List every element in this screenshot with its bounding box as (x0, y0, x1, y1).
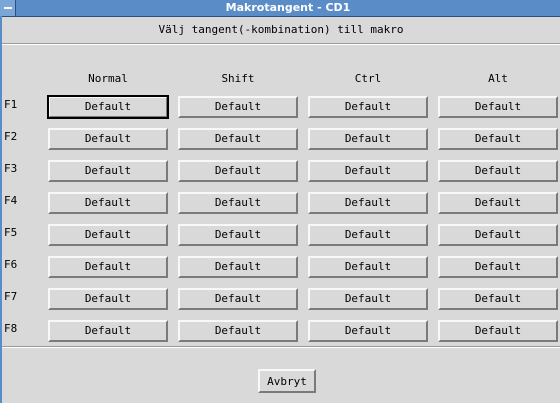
column-header-shift: Shift (221, 72, 255, 85)
macro-button-f3-ctrl[interactable]: Default (308, 160, 428, 182)
divider (2, 44, 560, 45)
window-menu-icon[interactable] (0, 0, 16, 16)
column-header-normal: Normal (88, 72, 128, 85)
macro-button-f7-ctrl[interactable]: Default (308, 288, 428, 310)
macro-button-f3-alt[interactable]: Default (438, 160, 558, 182)
macro-button-f7-normal[interactable]: Default (48, 288, 168, 310)
macro-button-f6-normal[interactable]: Default (48, 256, 168, 278)
row-label-f7: F7 (4, 290, 18, 303)
macro-button-f5-alt[interactable]: Default (438, 224, 558, 246)
macro-button-f1-shift[interactable]: Default (178, 96, 298, 118)
macro-button-f1-ctrl[interactable]: Default (308, 96, 428, 118)
bottom-divider-highlight (2, 347, 560, 348)
macro-button-f2-normal[interactable]: Default (48, 128, 168, 150)
macro-button-f7-alt[interactable]: Default (438, 288, 558, 310)
window-frame (0, 16, 2, 403)
macro-button-f2-shift[interactable]: Default (178, 128, 298, 150)
macro-button-f1-normal[interactable]: Default (47, 95, 169, 119)
macro-button-f5-normal[interactable]: Default (48, 224, 168, 246)
macro-button-f2-alt[interactable]: Default (438, 128, 558, 150)
row-label-f1: F1 (4, 98, 18, 111)
row-label-f4: F4 (4, 194, 18, 207)
macro-button-f4-alt[interactable]: Default (438, 192, 558, 214)
row-label-f6: F6 (4, 258, 18, 271)
macro-button-f4-normal[interactable]: Default (48, 192, 168, 214)
macro-button-f6-ctrl[interactable]: Default (308, 256, 428, 278)
column-header-ctrl: Ctrl (354, 72, 382, 85)
macro-button-f8-ctrl[interactable]: Default (308, 320, 428, 342)
macro-button-f8-shift[interactable]: Default (178, 320, 298, 342)
row-label-f5: F5 (4, 226, 18, 239)
macro-button-f6-shift[interactable]: Default (178, 256, 298, 278)
macro-button-f6-alt[interactable]: Default (438, 256, 558, 278)
row-label-f8: F8 (4, 322, 18, 335)
macro-button-f3-shift[interactable]: Default (178, 160, 298, 182)
title-bar[interactable]: Makrotangent - CD1 (0, 0, 560, 17)
window-title: Makrotangent - CD1 (225, 1, 351, 14)
macro-button-f4-shift[interactable]: Default (178, 192, 298, 214)
macro-button-f1-alt[interactable]: Default (438, 96, 558, 118)
macro-button-f4-ctrl[interactable]: Default (308, 192, 428, 214)
macro-button-f7-shift[interactable]: Default (178, 288, 298, 310)
cancel-button[interactable]: Avbryt (258, 369, 316, 393)
row-label-f2: F2 (4, 130, 18, 143)
macro-button-f5-shift[interactable]: Default (178, 224, 298, 246)
macro-button-f2-ctrl[interactable]: Default (308, 128, 428, 150)
dialog-subtitle: Välj tangent(-kombination) till makro (2, 17, 560, 44)
macro-button-f5-ctrl[interactable]: Default (308, 224, 428, 246)
macro-button-f8-alt[interactable]: Default (438, 320, 558, 342)
row-label-f3: F3 (4, 162, 18, 175)
column-header-alt: Alt (488, 72, 508, 85)
macro-button-f8-normal[interactable]: Default (48, 320, 168, 342)
macro-button-f3-normal[interactable]: Default (48, 160, 168, 182)
